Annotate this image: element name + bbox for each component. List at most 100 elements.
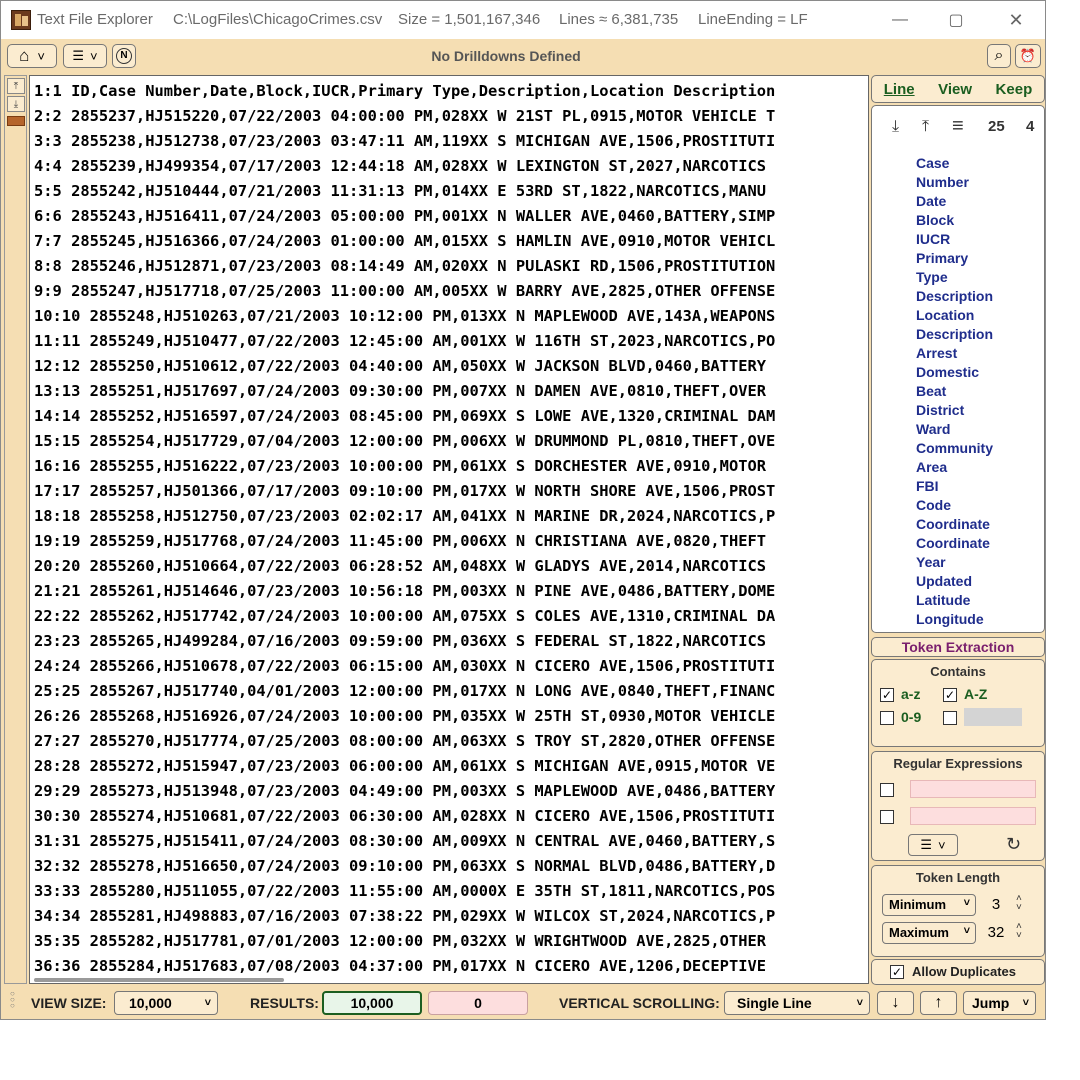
maximum-value[interactable]: 32 — [984, 924, 1008, 941]
tab-keep[interactable]: Keep — [994, 81, 1035, 98]
checkbox-regex-2[interactable] — [880, 810, 894, 824]
column-name-item[interactable]: Coordinate — [916, 534, 993, 553]
text-line[interactable]: 5:5 2855242,HJ510444,07/21/2003 11:31:13… — [34, 179, 775, 204]
column-name-item[interactable]: Description — [916, 325, 993, 344]
text-line[interactable]: 9:9 2855247,HJ517718,07/25/2003 11:00:00… — [34, 279, 775, 304]
text-line[interactable]: 29:29 2855273,HJ513948,07/23/2003 04:49:… — [34, 779, 775, 804]
column-name-item[interactable]: Year — [916, 553, 993, 572]
spin-down-icon[interactable]: ˅ — [1016, 931, 1022, 941]
text-line[interactable]: 4:4 2855239,HJ499354,07/17/2003 12:44:18… — [34, 154, 775, 179]
column-name-item[interactable]: Longitude — [916, 610, 993, 629]
text-line[interactable]: 11:11 2855249,HJ510477,07/22/2003 12:45:… — [34, 329, 775, 354]
column-name-item[interactable]: Coordinate — [916, 515, 993, 534]
text-line[interactable]: 28:28 2855272,HJ515947,07/23/2003 06:00:… — [34, 754, 775, 779]
text-line[interactable]: 15:15 2855254,HJ517729,07/04/2003 12:00:… — [34, 429, 775, 454]
scroll-bottom-button[interactable]: ⤓ — [7, 96, 25, 112]
spin-down-icon[interactable]: ˅ — [1016, 903, 1022, 913]
jump-select[interactable]: Jump ˅ — [963, 991, 1036, 1015]
n-circle-button[interactable]: N — [112, 44, 136, 68]
regex-input-2[interactable] — [910, 807, 1036, 825]
scroll-up-button[interactable]: ↑ — [920, 991, 957, 1015]
text-line[interactable]: 24:24 2855266,HJ510678,07/22/2003 06:15:… — [34, 654, 775, 679]
text-line[interactable]: 7:7 2855245,HJ516366,07/24/2003 01:00:00… — [34, 229, 775, 254]
text-line[interactable]: 12:12 2855250,HJ510612,07/22/2003 04:40:… — [34, 354, 775, 379]
text-line[interactable]: 35:35 2855282,HJ517781,07/01/2003 12:00:… — [34, 929, 775, 954]
column-name-item[interactable]: Block — [916, 211, 993, 230]
maximum-spinner[interactable]: ˄ ˅ — [1016, 922, 1022, 941]
column-name-item[interactable]: District — [916, 401, 993, 420]
text-line[interactable]: 13:13 2855251,HJ517697,07/24/2003 09:30:… — [34, 379, 775, 404]
list-dropdown[interactable]: ☰ ˅ — [63, 44, 107, 68]
column-name-item[interactable]: Domestic — [916, 363, 993, 382]
text-line[interactable]: 16:16 2855255,HJ516222,07/23/2003 10:00:… — [34, 454, 775, 479]
text-line[interactable]: 27:27 2855270,HJ517774,07/25/2003 08:00:… — [34, 729, 775, 754]
text-line[interactable]: 25:25 2855267,HJ517740,04/01/2003 12:00:… — [34, 679, 775, 704]
checkbox-allow-duplicates[interactable]: ✓ — [890, 965, 904, 979]
custom-chars-input[interactable] — [964, 708, 1022, 726]
column-name-item[interactable]: Primary — [916, 249, 993, 268]
checkbox-digits[interactable] — [880, 711, 894, 725]
column-name-item[interactable]: FBI — [916, 477, 993, 496]
maximum-select[interactable]: Maximum ˅ — [882, 922, 976, 944]
text-line[interactable]: 2:2 2855237,HJ515220,07/22/2003 04:00:00… — [34, 104, 775, 129]
horizontal-scrollbar[interactable] — [34, 978, 284, 982]
checkbox-uppercase[interactable]: ✓ — [943, 688, 957, 702]
column-name-item[interactable]: Area — [916, 458, 993, 477]
column-name-item[interactable]: Ward — [916, 420, 993, 439]
text-line[interactable]: 36:36 2855284,HJ517683,07/08/2003 04:37:… — [34, 954, 775, 979]
lines-icon[interactable]: ≡ — [952, 115, 964, 138]
text-line[interactable]: 6:6 2855243,HJ516411,07/24/2003 05:00:00… — [34, 204, 775, 229]
column-name-item[interactable]: Beat — [916, 382, 993, 401]
tab-line[interactable]: Line — [882, 81, 917, 98]
minimum-value[interactable]: 3 — [984, 896, 1008, 913]
column-name-item[interactable]: Number — [916, 173, 993, 192]
column-name-item[interactable]: Updated — [916, 572, 993, 591]
text-view[interactable]: 1:1 ID,Case Number,Date,Block,IUCR,Prima… — [29, 75, 869, 984]
checkbox-custom[interactable] — [943, 711, 957, 725]
scroll-down-button[interactable]: ↓ — [877, 991, 914, 1015]
grip-icon[interactable]: ○ ○ ○ — [10, 990, 18, 1015]
alarm-button[interactable]: ⏰ — [1015, 44, 1041, 68]
text-line[interactable]: 20:20 2855260,HJ510664,07/22/2003 06:28:… — [34, 554, 775, 579]
text-line[interactable]: 34:34 2855281,HJ498883,07/16/2003 07:38:… — [34, 904, 775, 929]
minimum-select[interactable]: Minimum ˅ — [882, 894, 976, 916]
column-name-item[interactable]: Description — [916, 287, 993, 306]
text-line[interactable]: 17:17 2855257,HJ501366,07/17/2003 09:10:… — [34, 479, 775, 504]
home-dropdown[interactable]: ⌂ ˅ — [7, 44, 57, 68]
text-line[interactable]: 10:10 2855248,HJ510263,07/21/2003 10:12:… — [34, 304, 775, 329]
text-line[interactable]: 18:18 2855258,HJ512750,07/23/2003 02:02:… — [34, 504, 775, 529]
text-line[interactable]: 23:23 2855265,HJ499284,07/16/2003 09:59:… — [34, 629, 775, 654]
search-button[interactable]: ⌕ — [987, 44, 1011, 68]
minimum-spinner[interactable]: ˄ ˅ — [1016, 894, 1022, 913]
close-button[interactable]: ✕ — [993, 5, 1039, 35]
text-line[interactable]: 22:22 2855262,HJ517742,07/24/2003 10:00:… — [34, 604, 775, 629]
text-line[interactable]: 1:1 ID,Case Number,Date,Block,IUCR,Prima… — [34, 79, 775, 104]
column-name-item[interactable]: Code — [916, 496, 993, 515]
text-line[interactable]: 30:30 2855274,HJ510681,07/22/2003 06:30:… — [34, 804, 775, 829]
vertical-scroll-thumb[interactable] — [7, 116, 25, 126]
text-line[interactable]: 19:19 2855259,HJ517768,07/24/2003 11:45:… — [34, 529, 775, 554]
column-name-item[interactable]: Date — [916, 192, 993, 211]
text-line[interactable]: 14:14 2855252,HJ516597,07/24/2003 08:45:… — [34, 404, 775, 429]
arrow-down-icon[interactable]: ⤓ — [892, 118, 899, 136]
reset-icon[interactable]: ↻ — [1006, 834, 1021, 855]
column-name-item[interactable]: Location — [916, 306, 993, 325]
column-name-item[interactable]: Type — [916, 268, 993, 287]
column-name-item[interactable]: Arrest — [916, 344, 993, 363]
text-line[interactable]: 32:32 2855278,HJ516650,07/24/2003 09:10:… — [34, 854, 775, 879]
checkbox-regex-1[interactable] — [880, 783, 894, 797]
text-line[interactable]: 21:21 2855261,HJ514646,07/23/2003 10:56:… — [34, 579, 775, 604]
minimize-button[interactable]: — — [877, 5, 923, 35]
scroll-top-button[interactable]: ⤒ — [7, 78, 25, 94]
maximize-button[interactable]: ▢ — [933, 5, 979, 35]
text-line[interactable]: 26:26 2855268,HJ516926,07/24/2003 10:00:… — [34, 704, 775, 729]
column-name-item[interactable]: Latitude — [916, 591, 993, 610]
column-name-item[interactable]: Community — [916, 439, 993, 458]
token-extraction-header[interactable]: Token Extraction — [871, 637, 1045, 657]
tab-view[interactable]: View — [936, 81, 974, 98]
text-line[interactable]: 31:31 2855275,HJ515411,07/24/2003 08:30:… — [34, 829, 775, 854]
regex-list-dropdown[interactable]: ☰ ˅ — [908, 834, 958, 856]
column-name-item[interactable]: Case — [916, 154, 993, 173]
regex-input-1[interactable] — [910, 780, 1036, 798]
arrow-up-icon[interactable]: ⤒ — [922, 118, 929, 136]
